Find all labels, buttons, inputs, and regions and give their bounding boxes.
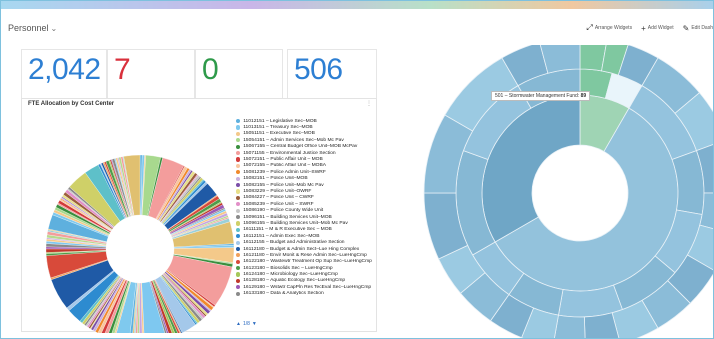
legend-swatch xyxy=(236,183,241,188)
legend-swatch xyxy=(236,163,241,169)
legend-swatch xyxy=(236,266,241,271)
legend-label: 16128180 – Aquatic Ecology Sec–LueHngCmp xyxy=(243,278,346,284)
dashboard-toolbar: ⤢ Arrange Widgets + Add Widget ✎ Edit Da… xyxy=(586,21,713,35)
tooltip-label: 501 – Stormwater Management Fund: xyxy=(495,93,580,99)
dashboard-window: Personnel ⌄ ⤢ Arrange Widgets + Add Widge… xyxy=(0,0,714,339)
legend-label: 16112180 – Budget & Admin Sect–Lue Hing … xyxy=(243,246,360,252)
edit-dashboard-button[interactable]: ✎ Edit Dash xyxy=(683,24,713,33)
legend-label: 15096155 – Building Services Unit–Mob Mc… xyxy=(243,220,348,226)
dashboard-selector[interactable]: Personnel ⌄ xyxy=(8,23,57,33)
kpi-card-3[interactable]: 0 xyxy=(195,49,283,102)
page-down-icon[interactable]: ▼ xyxy=(252,321,257,327)
kpi-value-1: 2,042 xyxy=(28,53,101,86)
top-decoration-strip xyxy=(1,1,713,9)
legend-label: 16122180 – Wastewtr Treatment Op Sup Sec… xyxy=(243,259,372,265)
legend-item[interactable]: 16112180 – Budget & Admin Sect–Lue Hing … xyxy=(236,246,376,252)
legend-label: 15085239 – Police Unit – SWRF xyxy=(243,201,314,207)
legend-swatch xyxy=(236,189,241,194)
sunburst-center[interactable] xyxy=(533,146,627,240)
plus-icon: + xyxy=(641,23,646,33)
kpi-card-1[interactable]: 2,042 xyxy=(21,49,107,102)
legend-swatch xyxy=(236,202,241,207)
legend-swatch xyxy=(236,272,241,277)
page-up-icon[interactable]: ▲ xyxy=(236,321,241,327)
legend-swatch xyxy=(236,278,241,284)
dashboard-canvas: 2,042 7 0 506 FTE Allocation by Cost Cen… xyxy=(1,45,714,339)
add-widget-label: Add Widget xyxy=(647,25,674,31)
legend-item[interactable]: 16133180 – Data & Analytics Section xyxy=(236,291,376,297)
edit-dashboard-label: Edit Dash xyxy=(691,25,713,31)
legend-page-label: 1/8 xyxy=(242,321,250,327)
legend-label: 15051151 – Executive Sec–MOB xyxy=(243,131,315,137)
kpi-value-3: 0 xyxy=(202,53,219,86)
legend-swatch xyxy=(236,227,241,232)
chevron-down-icon: ⌄ xyxy=(50,24,58,33)
legend-swatch xyxy=(236,131,241,137)
legend-swatch xyxy=(236,195,241,200)
legend-swatch xyxy=(236,176,241,181)
legend-label: 16133180 – Data & Analytics Section xyxy=(243,291,324,297)
legend-swatch xyxy=(236,214,241,220)
legend-item[interactable]: 16129180 – Wstwtr CapPln Res TecEval Sec… xyxy=(236,284,376,290)
legend-swatch xyxy=(236,253,241,258)
legend-label: 15054151 – Admin Services Sec–Mob Mc Pav xyxy=(243,137,344,143)
kpi-card-2[interactable]: 7 xyxy=(107,49,195,102)
legend-swatch xyxy=(236,246,241,252)
legend-swatch xyxy=(236,208,241,213)
legend-label: 16124180 – Microbiology Sec–LueHngCmp xyxy=(243,272,338,278)
legend-label: 15071155 – Environmental Justice Section xyxy=(243,150,336,156)
legend-label: 15082155 – Police Unit–Mob Mc Pav xyxy=(243,182,324,188)
legend-label: 15067155 – Central Budget Office Unit–MO… xyxy=(243,144,358,150)
legend-item[interactable]: 16122180 – Wastewtr Treatment Op Sup Sec… xyxy=(236,259,376,265)
arrange-widgets-label: Arrange Widgets xyxy=(594,25,633,31)
legend-item[interactable]: 16121180 – Envir Monit & Rese Admin Sec–… xyxy=(236,252,376,258)
legend-label: 15082151 – Police Unit–MOB xyxy=(243,176,308,182)
legend-label: 11013151 – Treasury Sec–MOB xyxy=(243,125,313,131)
legend-swatch xyxy=(236,170,241,175)
legend-swatch xyxy=(236,240,241,245)
arrange-widgets-button[interactable]: ⤢ Arrange Widgets xyxy=(586,23,632,33)
kpi-value-4: 506 xyxy=(294,53,343,86)
legend-pager[interactable]: ▲ 1/8 ▼ xyxy=(236,321,257,327)
legend-swatch xyxy=(236,151,241,156)
arrange-icon: ⤢ xyxy=(586,23,593,32)
tooltip-value: 89 xyxy=(580,93,587,99)
legend-label: 16112155 – Budget and Administrative Sec… xyxy=(243,240,345,246)
legend-swatch xyxy=(236,285,241,290)
dashboard-title: Personnel xyxy=(8,23,49,33)
legend-label: 16111151 – M & R Executive Sec – MOB xyxy=(243,227,332,233)
dashboard-header: Personnel ⌄ ⤢ Arrange Widgets + Add Widge… xyxy=(1,9,713,45)
legend-label: 16112151 – Admin Exec Sec–MOB xyxy=(243,233,320,239)
legend-label: 16121180 – Envir Monit & Rese Admin Sec–… xyxy=(243,252,367,258)
legend-label: 15081239 – Police Admin Unit–SWRF xyxy=(243,169,326,175)
kpi-value-2: 7 xyxy=(114,53,131,86)
legend-item[interactable]: 15067155 – Central Budget Office Unit–MO… xyxy=(236,144,376,150)
legend-swatch xyxy=(236,144,241,149)
sunburst-chart[interactable] xyxy=(381,45,714,339)
sunburst-tooltip: 501 – Stormwater Management Fund: 89 xyxy=(491,91,591,101)
legend-swatch xyxy=(236,259,241,264)
legend-label: 11012151 – Legislative Sec–MOB xyxy=(243,118,317,124)
legend-label: 16123180 – Biosolids Sec – LueHngCmp xyxy=(243,265,333,271)
add-widget-button[interactable]: + Add Widget xyxy=(641,24,674,33)
legend-label: 15086190 – Police County Wide Unit xyxy=(243,208,324,214)
legend-swatch xyxy=(236,157,241,162)
legend-swatch xyxy=(236,138,241,143)
legend-swatch xyxy=(236,234,241,239)
kpi-card-4[interactable]: 506 xyxy=(287,49,377,102)
fte-allocation-widget: FTE Allocation by Cost Center ⋮ 11012151… xyxy=(21,98,377,333)
legend-label: 15072151 – Public Affair Unit – MOB xyxy=(243,157,323,163)
legend-label: 15096151 – Building Services Unit–MOB xyxy=(243,214,332,220)
legend-swatch xyxy=(236,119,241,124)
chart-legend: 11012151 – Legislative Sec–MOB 11013151 –… xyxy=(236,118,376,297)
legend-label: 16129180 – Wstwtr CapPln Res TecEval Sec… xyxy=(243,284,372,290)
legend-swatch xyxy=(236,125,241,130)
legend-label: 15084227 – Police Unit – CWRF xyxy=(243,195,314,201)
legend-swatch xyxy=(236,221,241,226)
pencil-icon: ✎ xyxy=(682,23,690,33)
legend-label: 15072155 – Public Affair Unit – MOBA xyxy=(243,163,327,169)
legend-swatch xyxy=(236,291,241,296)
legend-label: 15083229 – Police Unit–OWRF xyxy=(243,188,312,194)
